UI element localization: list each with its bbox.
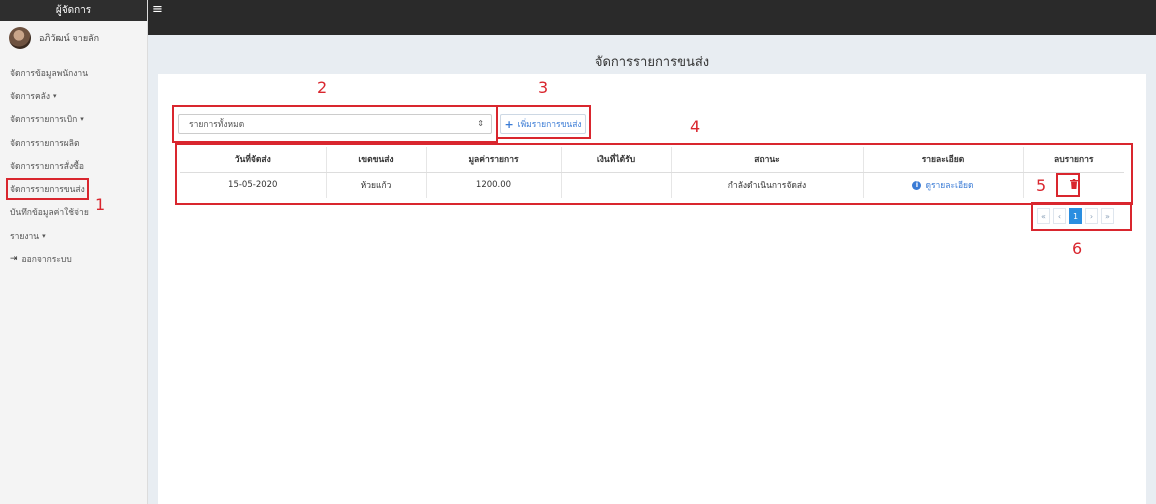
- select-arrow-icon: ⇕: [477, 119, 484, 128]
- info-icon: i: [912, 181, 922, 191]
- page-first-button[interactable]: «: [1037, 208, 1050, 224]
- callout-5: 5: [1036, 176, 1047, 195]
- col-header-value: มูลค่ารายการ: [426, 147, 562, 173]
- add-shipment-label: เพิ่มรายการขนส่ง: [517, 120, 582, 130]
- col-header-date: วันที่จัดส่ง: [180, 147, 327, 173]
- callout-6: 6: [1072, 239, 1083, 258]
- sidebar-item-inventory[interactable]: จัดการคลัง ▾: [0, 84, 147, 107]
- shipping-table: วันที่จัดส่ง เขตขนส่ง มูลค่ารายการ เงินท…: [180, 147, 1124, 198]
- plus-icon: +: [504, 117, 514, 131]
- col-header-received: เงินที่ได้รับ: [561, 147, 672, 173]
- cell-status: กำลังดำเนินการจัดส่ง: [671, 172, 864, 198]
- filter-select-value: รายการทั้งหมด: [189, 120, 245, 130]
- pagination: « ‹ 1 › »: [1037, 208, 1117, 224]
- page-title: จัดการรายการขนส่ง: [594, 54, 710, 70]
- sidebar: ผู้จัดการ อภิวัฒน์ จายลัก จัดการข้อมูลพน…: [0, 0, 148, 504]
- cell-detail: i ดูรายละเอียด: [863, 172, 1024, 198]
- caret-down-icon: ▾: [42, 231, 46, 240]
- sidebar-item-orders[interactable]: จัดการรายการสั่งซื้อ: [0, 154, 147, 177]
- add-shipment-button[interactable]: + เพิ่มรายการขนส่ง: [500, 114, 586, 134]
- sidebar-item-employees[interactable]: จัดการข้อมูลพนักงาน: [0, 61, 147, 84]
- sidebar-item-expenses[interactable]: บันทึกข้อมูลค่าใช้จ่าย: [0, 201, 147, 224]
- avatar: [9, 27, 31, 49]
- callout-4: 4: [690, 117, 701, 136]
- callout-2: 2: [317, 78, 328, 97]
- cell-date: 15-05-2020: [180, 172, 327, 198]
- table-row: 15-05-2020 ห้วยแก้ว 1200.00 กำลังดำเนินก…: [180, 172, 1124, 198]
- topbar: ≡: [148, 0, 1156, 35]
- col-header-status: สถานะ: [671, 147, 864, 173]
- sidebar-item-production[interactable]: จัดการรายการผลิต: [0, 131, 147, 154]
- callout-3: 3: [538, 78, 549, 97]
- sidebar-item-logout[interactable]: ⇥ ออกจากระบบ: [0, 247, 147, 270]
- sidebar-item-reports[interactable]: รายงาน ▾: [0, 224, 147, 247]
- page-current-button[interactable]: 1: [1069, 208, 1082, 224]
- sidebar-header: ผู้จัดการ: [0, 0, 147, 21]
- cell-value: 1200.00: [426, 172, 562, 198]
- sidebar-item-shipping[interactable]: จัดการรายการขนส่ง: [0, 177, 147, 201]
- user-profile[interactable]: อภิวัฒน์ จายลัก: [0, 21, 147, 55]
- cell-received: [561, 172, 672, 198]
- page-last-button[interactable]: »: [1101, 208, 1114, 224]
- page-prev-button[interactable]: ‹: [1053, 208, 1066, 224]
- sidebar-item-withdrawals[interactable]: จัดการรายการเบิก ▾: [0, 108, 147, 131]
- highlight-box-5: [1056, 173, 1080, 197]
- callout-1: 1: [95, 195, 106, 214]
- col-header-delete: ลบรายการ: [1023, 147, 1124, 173]
- col-header-detail: รายละเอียด: [863, 147, 1024, 173]
- hamburger-menu-icon[interactable]: ≡: [152, 3, 166, 17]
- view-detail-link[interactable]: i ดูรายละเอียด: [912, 181, 974, 192]
- caret-down-icon: ▾: [53, 91, 57, 100]
- cell-zone: ห้วยแก้ว: [326, 172, 427, 198]
- page-next-button[interactable]: ›: [1085, 208, 1098, 224]
- logout-icon: ⇥: [10, 254, 18, 265]
- filter-select[interactable]: รายการทั้งหมด ⇕: [178, 114, 492, 134]
- user-name: อภิวัฒน์ จายลัก: [39, 34, 100, 44]
- caret-down-icon: ▾: [80, 115, 84, 124]
- table-header-row: วันที่จัดส่ง เขตขนส่ง มูลค่ารายการ เงินท…: [180, 147, 1124, 173]
- view-detail-label: ดูรายละเอียด: [925, 181, 974, 192]
- sidebar-menu: จัดการข้อมูลพนักงาน จัดการคลัง ▾ จัดการรา…: [0, 55, 147, 271]
- col-header-zone: เขตขนส่ง: [326, 147, 427, 173]
